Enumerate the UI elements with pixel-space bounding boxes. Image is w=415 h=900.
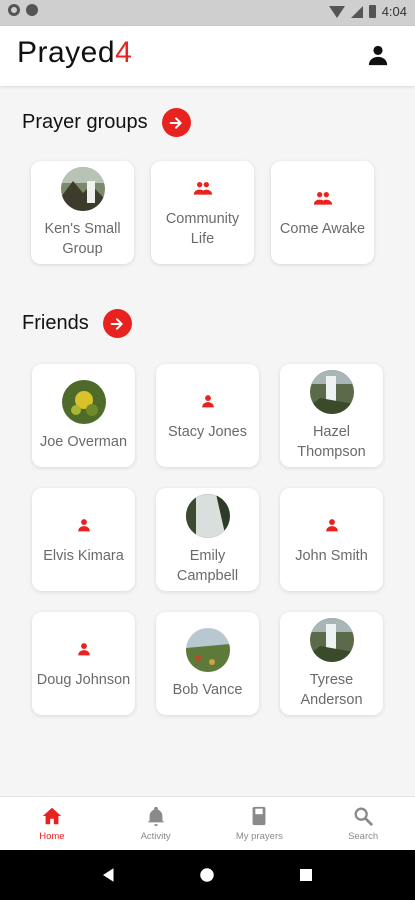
group-label: Ken's Small Group (44, 220, 121, 257)
wifi-icon (328, 5, 345, 18)
bell-icon (147, 806, 164, 827)
prayer-groups-header: Prayer groups (22, 108, 191, 137)
person-icon (201, 394, 214, 407)
meadow-photo-icon (185, 627, 230, 672)
group-label: Community Life (165, 210, 240, 247)
nav-home[interactable]: Home (0, 797, 104, 850)
friend-label: Emily Campbell (176, 547, 239, 584)
landscape-photo-icon (60, 166, 105, 211)
friend-label: Hazel Thompson (297, 423, 366, 460)
home-icon (42, 807, 62, 825)
group-avatar (60, 166, 105, 211)
prayer-groups-title: Prayer groups (22, 111, 148, 133)
friend-card[interactable]: John Smith (280, 488, 383, 591)
back-icon[interactable] (100, 866, 118, 884)
friend-card[interactable]: Hazel Thompson (280, 364, 383, 467)
friend-label: Bob Vance (172, 681, 243, 698)
waterfall-photo-icon (309, 369, 354, 414)
nav-activity-label: Activity (140, 831, 171, 842)
friend-card[interactable]: Bob Vance (156, 612, 259, 715)
friend-label: John Smith (295, 547, 368, 564)
friend-label: Joe Overman (39, 433, 128, 450)
friend-avatar (61, 379, 106, 424)
friend-label: Doug Johnson (36, 671, 131, 688)
friend-label: Stacy Jones (168, 423, 247, 440)
friend-card[interactable]: Joe Overman (32, 364, 135, 467)
app-logo: Prayed4 (17, 36, 132, 70)
friends-arrow-button[interactable] (102, 309, 132, 338)
friend-avatar (309, 617, 354, 662)
person-icon (77, 642, 90, 655)
friend-card[interactable]: Emily Campbell (156, 488, 259, 591)
friends-header: Friends (22, 309, 132, 338)
friend-label: Elvis Kimara (43, 547, 124, 564)
group-card[interactable]: Ken's Small Group (31, 161, 134, 264)
prayer-groups-arrow-button[interactable] (161, 108, 191, 137)
arrow-right-icon (169, 116, 182, 129)
nav-my-prayers[interactable]: My prayers (208, 797, 312, 850)
profile-icon[interactable] (367, 44, 389, 66)
system-nav-bar (0, 850, 415, 900)
nav-home-label: Home (39, 831, 65, 842)
search-icon (354, 807, 373, 826)
group-icon (193, 181, 212, 195)
friend-label: Tyrese Anderson (300, 671, 363, 708)
group-card[interactable]: Community Life (151, 161, 254, 264)
logo-text: Prayed (17, 36, 116, 69)
nav-activity[interactable]: Activity (104, 797, 208, 850)
signal-icon (350, 5, 363, 18)
nav-search-label: Search (348, 831, 379, 842)
friend-card[interactable]: Tyrese Anderson (280, 612, 383, 715)
group-icon (313, 191, 332, 205)
notification-icon (26, 4, 38, 16)
status-time: 4:04 (381, 4, 407, 19)
logo-accent: 4 (115, 36, 133, 69)
friend-avatar (185, 627, 230, 672)
friends-title: Friends (22, 312, 89, 334)
battery-icon (368, 5, 376, 18)
recents-icon[interactable] (297, 866, 315, 884)
group-card[interactable]: Come Awake (271, 161, 374, 264)
friend-card[interactable]: Stacy Jones (156, 364, 259, 467)
book-icon (252, 806, 266, 826)
waterfall-photo-icon (185, 493, 230, 538)
status-bar: 4:04 (0, 0, 415, 26)
friend-avatar (309, 369, 354, 414)
friend-card[interactable]: Elvis Kimara (32, 488, 135, 591)
flower-photo-icon (61, 379, 106, 424)
friend-card[interactable]: Doug Johnson (32, 612, 135, 715)
app-bar: Prayed4 (0, 26, 415, 86)
arrow-right-icon (110, 317, 123, 330)
group-label: Come Awake (279, 220, 366, 237)
person-icon (325, 518, 338, 531)
friend-avatar (185, 493, 230, 538)
sync-icon (8, 4, 20, 16)
nav-search[interactable]: Search (311, 797, 415, 850)
nav-my-prayers-label: My prayers (235, 831, 283, 842)
home-circle-icon[interactable] (198, 866, 216, 884)
bottom-nav: Home Activity My prayers Search (0, 796, 415, 850)
waterfall-photo-icon (309, 617, 354, 662)
person-icon (77, 518, 90, 531)
